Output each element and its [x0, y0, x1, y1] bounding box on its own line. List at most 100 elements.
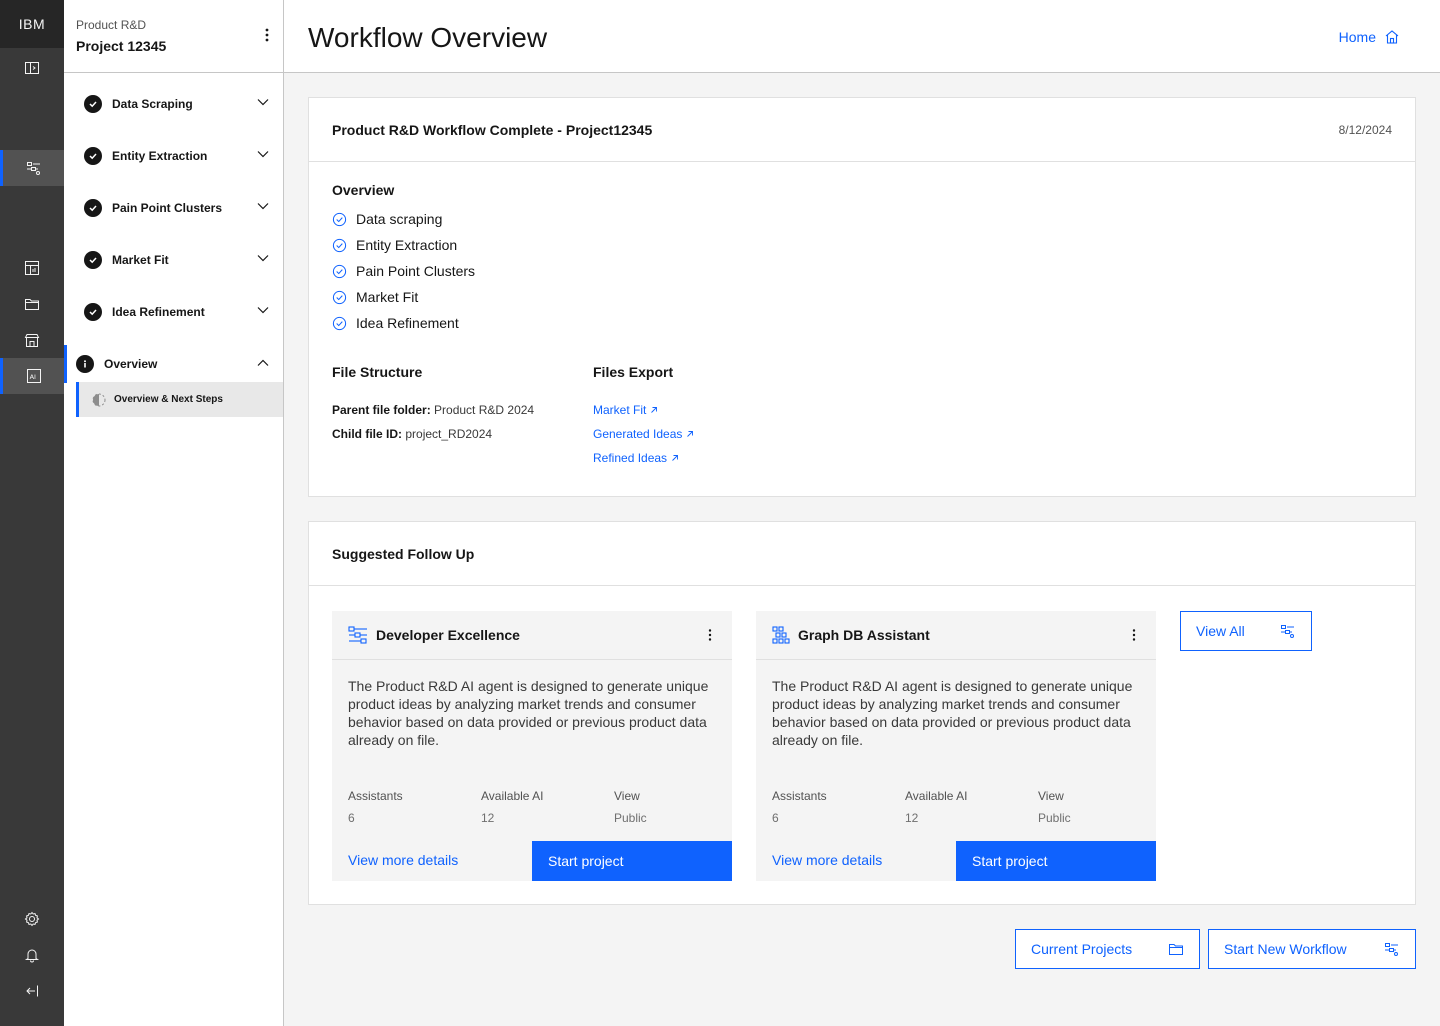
list-item: Data scraping — [332, 206, 475, 232]
store-icon — [24, 334, 40, 347]
workflow-icon — [1385, 943, 1398, 956]
overview-list: Data scraping Entity Extraction Pain Poi… — [332, 206, 475, 336]
view-more-details-link[interactable]: View more details — [348, 852, 458, 868]
workflow-icon — [1281, 625, 1294, 638]
dashboard-icon — [25, 261, 39, 275]
step-label: Overview — [104, 357, 158, 371]
step-label: Market Fit — [112, 253, 169, 267]
export-link-market-fit[interactable]: Market Fit — [593, 403, 658, 417]
substep-overview-next-steps[interactable]: Overview & Next Steps — [76, 382, 283, 417]
checkmark-filled-icon — [84, 147, 102, 165]
start-project-button[interactable]: Start project — [532, 841, 732, 881]
information-filled-icon — [76, 355, 94, 373]
view-stat: View Public — [614, 789, 647, 825]
assistant-card-developer-excellence: Developer Excellence The Product R&D AI … — [332, 611, 732, 881]
workflow-summary-panel: Product R&D Workflow Complete - Project1… — [308, 97, 1416, 497]
suggested-follow-up-panel: Suggested Follow Up Developer Excellence… — [308, 521, 1416, 905]
page-header: Workflow Overview Home — [284, 0, 1440, 73]
export-link-refined-ideas[interactable]: Refined Ideas — [593, 451, 679, 465]
current-projects-label: Current Projects — [1031, 941, 1133, 957]
list-item: Market Fit — [332, 284, 475, 310]
step-label: Pain Point Clusters — [112, 201, 223, 215]
substep-label: Overview & Next Steps — [114, 394, 223, 405]
checkmark-filled-icon — [84, 303, 102, 321]
home-icon — [1385, 30, 1399, 44]
project-org: Product R&D — [76, 18, 147, 32]
rail-folder-button[interactable] — [0, 286, 64, 322]
step-idea-refinement[interactable]: Idea Refinement — [64, 286, 283, 338]
overflow-menu-icon[interactable] — [265, 28, 269, 42]
parent-folder-value: Product R&D 2024 — [434, 403, 535, 417]
card-header: Graph DB Assistant — [756, 611, 1156, 660]
chevron-down-icon — [257, 151, 269, 158]
bell-icon — [24, 949, 40, 963]
workflow-icon — [26, 162, 40, 175]
child-id-row: Child file ID: project_RD2024 — [332, 427, 492, 441]
child-id-value: project_RD2024 — [405, 427, 493, 441]
view-stat: View Public — [1038, 789, 1071, 825]
chevron-down-icon — [257, 255, 269, 262]
ibm-logo: IBM — [0, 0, 64, 48]
assistant-card-graph-db: Graph DB Assistant The Product R&D AI ag… — [756, 611, 1156, 881]
step-label: Idea Refinement — [112, 305, 205, 319]
checkmark-outline-icon — [332, 264, 347, 278]
rail-store-button[interactable] — [0, 322, 64, 358]
view-all-label: View All — [1196, 623, 1245, 639]
chevron-down-icon — [257, 99, 269, 106]
child-id-label: Child file ID: — [332, 427, 402, 441]
step-label: Data Scraping — [112, 97, 193, 111]
overflow-menu-icon[interactable] — [708, 629, 712, 641]
checkmark-filled-icon — [84, 199, 102, 217]
rail-settings-button[interactable] — [0, 901, 64, 937]
card-header: Developer Excellence — [332, 611, 732, 660]
export-link-generated-ideas[interactable]: Generated Ideas — [593, 427, 694, 441]
page-title: Workflow Overview — [308, 22, 548, 53]
folder-icon — [1169, 944, 1183, 955]
current-projects-button[interactable]: Current Projects — [1015, 929, 1200, 969]
flow-icon — [348, 626, 367, 644]
step-market-fit[interactable]: Market Fit — [64, 234, 283, 286]
step-entity-extraction[interactable]: Entity Extraction — [64, 130, 283, 182]
files-export-heading: Files Export — [593, 364, 674, 380]
start-project-button[interactable]: Start project — [956, 841, 1156, 881]
rail-workflow-button[interactable] — [0, 150, 64, 186]
in-progress-icon — [92, 393, 106, 406]
rail-analytics-button[interactable] — [0, 250, 64, 286]
start-new-workflow-button[interactable]: Start New Workflow — [1208, 929, 1416, 969]
gear-icon — [24, 911, 40, 927]
home-link[interactable]: Home — [1339, 29, 1400, 45]
list-item: Entity Extraction — [332, 232, 475, 258]
card-title: Developer Excellence — [376, 627, 520, 643]
panel-toggle-icon — [25, 62, 39, 74]
card-description: The Product R&D AI agent is designed to … — [348, 678, 709, 748]
logout-icon — [26, 985, 38, 997]
graph-icon — [772, 626, 790, 644]
available-ai-stat: Available AI 12 — [481, 789, 544, 825]
rail-panel-toggle-button[interactable] — [0, 50, 64, 86]
view-all-button[interactable]: View All — [1180, 611, 1312, 651]
icon-rail: IBM AI — [0, 0, 64, 1026]
checkmark-filled-icon — [84, 95, 102, 113]
summary-title: Product R&D Workflow Complete - Project1… — [332, 121, 653, 138]
step-data-scraping[interactable]: Data Scraping — [64, 78, 283, 130]
step-pain-point-clusters[interactable]: Pain Point Clusters — [64, 182, 283, 234]
start-new-workflow-label: Start New Workflow — [1224, 941, 1347, 957]
workflow-sidenav: Product R&D Project 12345 Data Scraping … — [64, 0, 284, 1026]
follow-up-header: Suggested Follow Up — [309, 522, 1415, 586]
chevron-up-icon — [257, 359, 269, 366]
overview-heading: Overview — [332, 182, 395, 198]
chevron-down-icon — [257, 307, 269, 314]
rail-ai-button[interactable]: AI — [0, 358, 64, 394]
step-overview[interactable]: Overview — [64, 345, 283, 383]
rail-notifications-button[interactable] — [0, 937, 64, 973]
summary-date: 8/12/2024 — [1338, 122, 1392, 137]
parent-folder-label: Parent file folder: — [332, 403, 431, 417]
list-item: Pain Point Clusters — [332, 258, 475, 284]
view-more-details-link[interactable]: View more details — [772, 852, 882, 868]
follow-up-title: Suggested Follow Up — [332, 545, 475, 562]
step-label: Entity Extraction — [112, 149, 208, 163]
summary-header: Product R&D Workflow Complete - Project1… — [309, 98, 1415, 162]
rail-logout-button[interactable] — [0, 973, 64, 1009]
card-title: Graph DB Assistant — [798, 627, 930, 643]
overflow-menu-icon[interactable] — [1132, 629, 1136, 641]
